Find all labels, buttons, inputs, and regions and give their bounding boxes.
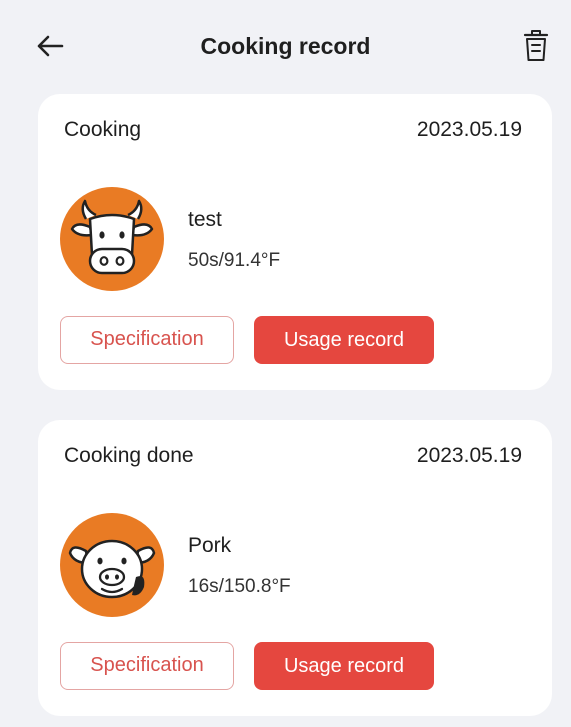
specification-button[interactable]: Specification xyxy=(60,642,234,690)
food-avatar xyxy=(60,513,164,617)
page-title: Cooking record xyxy=(200,33,371,59)
record-date: 2023.05.19 xyxy=(416,444,522,467)
top-bar: Cooking record xyxy=(0,0,571,92)
delete-button[interactable] xyxy=(520,28,552,64)
food-avatar xyxy=(60,187,164,291)
usage-record-button[interactable]: Usage record xyxy=(254,316,434,364)
usage-record-button[interactable]: Usage record xyxy=(254,642,434,690)
cooking-status: Cooking xyxy=(64,118,142,141)
record-card: Cooking done 2023.05.19 Pork 16s/150.8°F… xyxy=(38,420,552,716)
food-name: Pork xyxy=(188,534,232,557)
trash-icon xyxy=(523,30,549,61)
specification-button[interactable]: Specification xyxy=(60,316,234,364)
cooking-detail: 16s/150.8°F xyxy=(188,576,291,597)
cooking-status: Cooking done xyxy=(64,444,194,467)
cow-icon xyxy=(70,199,154,275)
food-name: test xyxy=(188,208,222,231)
cooking-detail: 50s/91.4°F xyxy=(188,250,281,271)
record-date: 2023.05.19 xyxy=(416,118,522,141)
record-card: Cooking 2023.05.19 test 50s/91.4°F Speci… xyxy=(38,94,552,390)
pig-icon xyxy=(68,539,156,599)
